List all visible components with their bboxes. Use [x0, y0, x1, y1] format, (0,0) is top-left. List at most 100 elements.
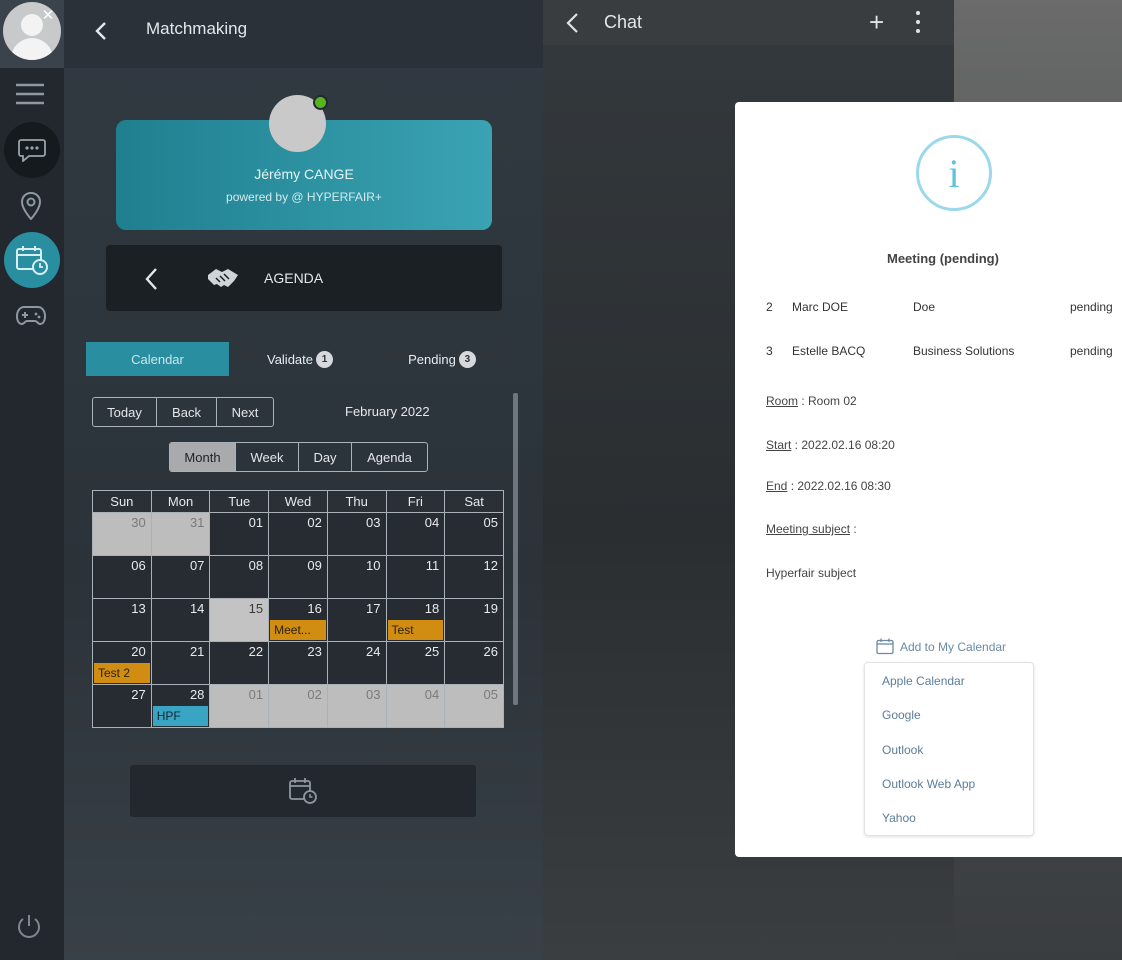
calendar-day-cell[interactable]: 27 — [92, 684, 152, 728]
calendar-day-cell[interactable]: 31 — [150, 512, 211, 556]
online-status-dot — [313, 95, 328, 110]
day-number: 11 — [425, 558, 440, 573]
calendar-day-cell[interactable]: 19 — [444, 598, 504, 642]
calendar-day-cell[interactable]: 04 — [385, 684, 446, 728]
tab-calendar[interactable]: Calendar — [86, 342, 229, 376]
calendar-day-cell[interactable]: 02 — [268, 512, 328, 556]
more-vertical-icon[interactable] — [915, 10, 921, 39]
calendar-day-cell[interactable]: 04 — [385, 512, 446, 556]
calendar-day-cell[interactable]: 17 — [326, 598, 387, 642]
calendar-day-cell[interactable]: 03 — [326, 512, 387, 556]
add-meeting-button[interactable] — [130, 765, 476, 817]
calendar-month-label: February 2022 — [345, 404, 430, 419]
panel-scrollbar[interactable] — [513, 393, 518, 705]
calendar-day-cell[interactable]: 16 Meet... — [268, 598, 328, 642]
calendar-day-cell[interactable]: 25 — [385, 641, 446, 685]
room-value: : Room 02 — [798, 394, 857, 408]
view-agenda-button[interactable]: Agenda — [352, 443, 427, 471]
view-week-button[interactable]: Week — [236, 443, 299, 471]
calendar-event[interactable]: Meet... — [270, 620, 326, 640]
calendar-day-cell[interactable]: 26 — [444, 641, 504, 685]
day-number: 02 — [307, 687, 322, 702]
agenda-back-chevron-icon[interactable] — [144, 267, 160, 296]
calendar-day-cell[interactable]: 30 — [92, 512, 152, 556]
calendar-nav-button[interactable] — [4, 232, 60, 288]
calendar-day-cell[interactable]: 02 — [268, 684, 328, 728]
calendar-day-cell[interactable]: 22 — [209, 641, 270, 685]
location-pin-icon[interactable] — [20, 191, 42, 225]
view-day-button[interactable]: Day — [299, 443, 352, 471]
tab-validate-label: Validate — [266, 351, 313, 367]
calendar-day-cell[interactable]: 21 — [150, 641, 211, 685]
back-button[interactable]: Back — [157, 398, 217, 426]
room-label: Room — [766, 394, 799, 408]
meeting-details-modal: i Meeting (pending) 2 Marc DOE Doe pendi… — [735, 102, 1122, 857]
day-number: 18 — [424, 601, 440, 616]
plus-icon[interactable]: + — [869, 9, 884, 35]
day-number: 26 — [483, 644, 498, 659]
calendar-day-cell[interactable]: 28 HPF — [150, 684, 211, 728]
calendar-view-switcher: Month Week Day Agenda — [169, 442, 428, 472]
today-button[interactable]: Today — [93, 398, 157, 426]
calendar-day-cell[interactable]: 14 — [150, 598, 211, 642]
next-button[interactable]: Next — [217, 398, 273, 426]
calendar-option-outlook[interactable]: Outlook — [882, 743, 923, 757]
calendar-clock-icon — [16, 246, 48, 275]
back-chevron-icon[interactable] — [92, 20, 112, 42]
calendar-day-cell[interactable]: 13 — [92, 598, 152, 642]
day-number: 06 — [131, 558, 146, 573]
day-number: 15 — [248, 601, 264, 616]
weekday-header: Fri — [385, 490, 446, 513]
calendar-event[interactable]: Test 2 — [94, 663, 150, 683]
day-number: 25 — [424, 644, 440, 659]
participant-number: 2 — [766, 300, 773, 314]
subject-value: Hyperfair subject — [766, 566, 857, 580]
calendar-day-cell[interactable]: 08 — [209, 555, 270, 599]
power-icon[interactable] — [14, 912, 44, 947]
weekday-header: Wed — [268, 490, 328, 513]
calendar-day-cell[interactable]: 20 Test 2 — [92, 641, 152, 685]
end-value: : 2022.02.16 08:30 — [787, 479, 891, 493]
day-number: 30 — [131, 515, 146, 530]
calendar-day-cell[interactable]: 03 — [326, 684, 387, 728]
calendar-day-cell[interactable]: 05 — [444, 512, 504, 556]
calendar-day-cell[interactable]: 15 — [209, 598, 270, 642]
chat-back-chevron-icon[interactable] — [565, 12, 581, 39]
info-icon: i — [916, 135, 992, 211]
gamepad-icon[interactable] — [15, 304, 47, 331]
calendar-option-apple[interactable]: Apple Calendar — [882, 674, 965, 688]
tab-pending[interactable]: Pending 3 — [386, 342, 498, 376]
calendar-day-cell[interactable]: 23 — [268, 641, 328, 685]
calendar-day-cell[interactable]: 11 — [385, 555, 446, 599]
calendar-day-cell[interactable]: 10 — [326, 555, 387, 599]
calendar-day-cell[interactable]: 24 — [326, 641, 387, 685]
day-number: 12 — [483, 558, 498, 573]
calendar-day-cell[interactable]: 01 — [209, 684, 270, 728]
tab-validate[interactable]: Validate 1 — [244, 342, 356, 376]
hamburger-menu-icon[interactable] — [16, 80, 44, 113]
calendar-day-cell[interactable]: 01 — [209, 512, 270, 556]
calendar-option-google[interactable]: Google — [882, 708, 921, 722]
calendar-day-cell[interactable]: 09 — [268, 555, 328, 599]
modal-title: Meeting (pending) — [887, 251, 999, 266]
weekday-header: Tue — [209, 490, 270, 513]
add-to-calendar-button[interactable]: Add to My Calendar — [876, 638, 1006, 655]
calendar-event[interactable]: Test — [387, 620, 444, 640]
calendar-day-cell[interactable]: 06 — [92, 555, 152, 599]
calendar-day-cell[interactable]: 05 — [444, 684, 504, 728]
calendar-day-cell[interactable]: 12 — [444, 555, 504, 599]
calendar-clock-icon — [289, 778, 317, 804]
calendar-option-yahoo[interactable]: Yahoo — [882, 811, 916, 825]
day-number: 17 — [366, 601, 381, 616]
chat-nav-button[interactable] — [4, 122, 60, 178]
weekday-header: Mon — [150, 490, 211, 513]
user-avatar-area: ✕ — [0, 0, 64, 68]
calendar-event[interactable]: HPF — [152, 706, 209, 726]
day-number: 21 — [189, 644, 205, 659]
calendar-option-outlook-web-app[interactable]: Outlook Web App — [882, 777, 975, 791]
close-icon[interactable]: ✕ — [40, 8, 56, 24]
view-month-button[interactable]: Month — [170, 443, 236, 471]
day-number: 04 — [424, 687, 440, 702]
calendar-day-cell[interactable]: 07 — [150, 555, 211, 599]
calendar-day-cell[interactable]: 18 Test — [385, 598, 446, 642]
